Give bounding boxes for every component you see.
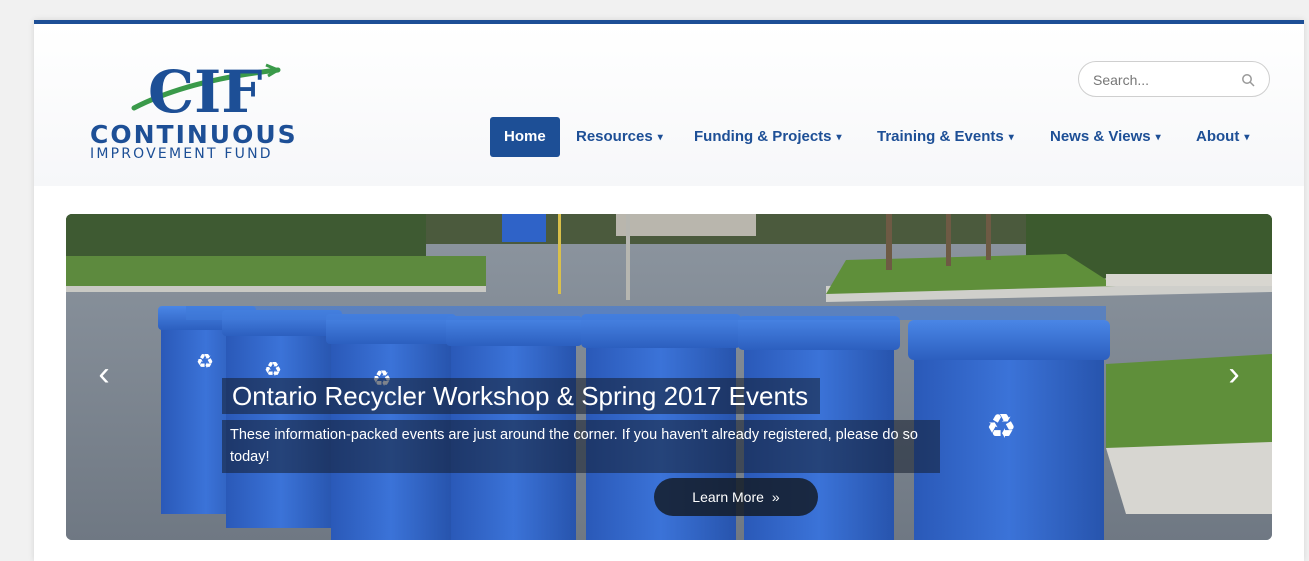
nav-home-label: Home	[504, 128, 546, 145]
nav-funding-projects[interactable]: Funding & Projects ▾	[694, 117, 842, 157]
nav-home[interactable]: Home	[490, 117, 560, 157]
double-chevron-right-icon: »	[771, 489, 780, 505]
search-icon[interactable]	[1241, 73, 1255, 87]
svg-text:♻: ♻	[196, 349, 214, 373]
nav-news-views-label: News & Views	[1050, 128, 1151, 145]
logo-mark-text: CIF	[148, 58, 262, 126]
learn-more-label: Learn More	[692, 489, 764, 505]
nav-resources[interactable]: Resources ▾	[576, 117, 663, 157]
nav-news-views[interactable]: News & Views ▾	[1050, 117, 1161, 157]
chevron-down-icon: ▾	[1155, 132, 1161, 143]
nav-training-events[interactable]: Training & Events ▾	[877, 117, 1014, 157]
chevron-down-icon: ▾	[1008, 132, 1014, 143]
logo-text-line2: IMPROVEMENT FUND	[90, 146, 273, 162]
slide-description: These information-packed events are just…	[222, 420, 940, 473]
search-box[interactable]	[1078, 61, 1270, 97]
nav-about[interactable]: About ▾	[1196, 117, 1249, 157]
cif-logo-mark: CIF	[131, 58, 281, 126]
site-header: CIF CONTINUOUS IMPROVEMENT FUND Home Res…	[34, 24, 1304, 186]
chevron-down-icon: ▾	[657, 132, 663, 143]
chevron-down-icon: ▾	[1244, 132, 1250, 143]
search-input[interactable]	[1091, 69, 1235, 91]
nav-resources-label: Resources	[576, 128, 653, 145]
nav-training-events-label: Training & Events	[877, 128, 1004, 145]
nav-about-label: About	[1196, 128, 1240, 145]
page: CIF CONTINUOUS IMPROVEMENT FUND Home Res…	[34, 20, 1304, 561]
site-logo[interactable]: CIF CONTINUOUS IMPROVEMENT FUND	[90, 56, 330, 166]
slider-prev-button[interactable]: ‹	[84, 354, 124, 394]
learn-more-button[interactable]: Learn More »	[654, 478, 818, 516]
slide-title: Ontario Recycler Workshop & Spring 2017 …	[222, 378, 821, 414]
hero-slider[interactable]: ♻ ♻ ♻ ♻ ‹ › Ontario Recycler Workshop & …	[66, 214, 1272, 540]
nav-funding-projects-label: Funding & Projects	[694, 128, 832, 145]
logo-text-line1: CONTINUOUS	[90, 120, 298, 149]
slider-next-button[interactable]: ›	[1214, 354, 1254, 394]
chevron-down-icon: ▾	[836, 132, 842, 143]
svg-text:♻: ♻	[986, 407, 1016, 447]
